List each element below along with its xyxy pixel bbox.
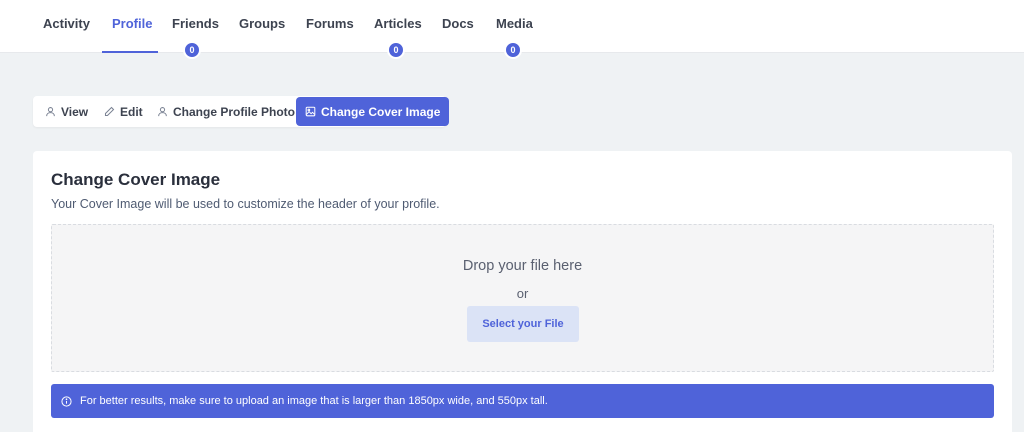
subnav-item-label: Change Cover Image (321, 104, 441, 119)
user-icon (46, 107, 55, 117)
drop-text: Drop your file here (462, 258, 583, 274)
notice-text: For better results, make sure to upload … (80, 395, 548, 407)
subnav-item-change-cover-image[interactable]: Change Cover Image (296, 97, 450, 126)
profile-tab-underline (102, 51, 158, 53)
tab-label: Articles (374, 16, 422, 31)
tab-label: Activity (43, 16, 90, 31)
file-dropzone[interactable]: Drop your file here or Select your File (51, 224, 994, 372)
media-count-badge: 0 (504, 41, 522, 59)
pencil-icon (104, 106, 115, 117)
subnav-item-change-profile-photo[interactable]: Change Profile Photo (157, 96, 295, 127)
tab-label: Friends (172, 16, 219, 31)
subnav-item-label: View (61, 104, 89, 119)
page-description: Your Cover Image will be used to customi… (51, 197, 440, 211)
profile-subnav: View Edit Change Profile Photo Change Co… (33, 96, 450, 127)
or-text: or (516, 286, 529, 301)
subnav-item-view[interactable]: View (45, 96, 88, 127)
subnav-item-label: Edit (120, 104, 143, 119)
tab-label: Profile (112, 16, 153, 31)
info-notice: For better results, make sure to upload … (51, 384, 994, 418)
subnav-item-label: Change Profile Photo (173, 104, 296, 119)
tab-label: Media (496, 16, 533, 31)
cover-image-card: Change Cover Image Your Cover Image will… (33, 151, 1012, 432)
friends-count-badge: 0 (183, 41, 201, 59)
articles-count-badge: 0 (387, 41, 405, 59)
tab-label: Forums (306, 16, 354, 31)
subnav-item-edit[interactable]: Edit (104, 96, 143, 127)
user-icon (158, 107, 167, 117)
image-icon (305, 106, 316, 117)
tab-label: Groups (239, 16, 286, 31)
page-title: Change Cover Image (51, 170, 221, 189)
select-file-button[interactable]: Select your File (467, 306, 579, 342)
tab-label: Docs (442, 16, 474, 31)
info-icon (61, 395, 72, 407)
